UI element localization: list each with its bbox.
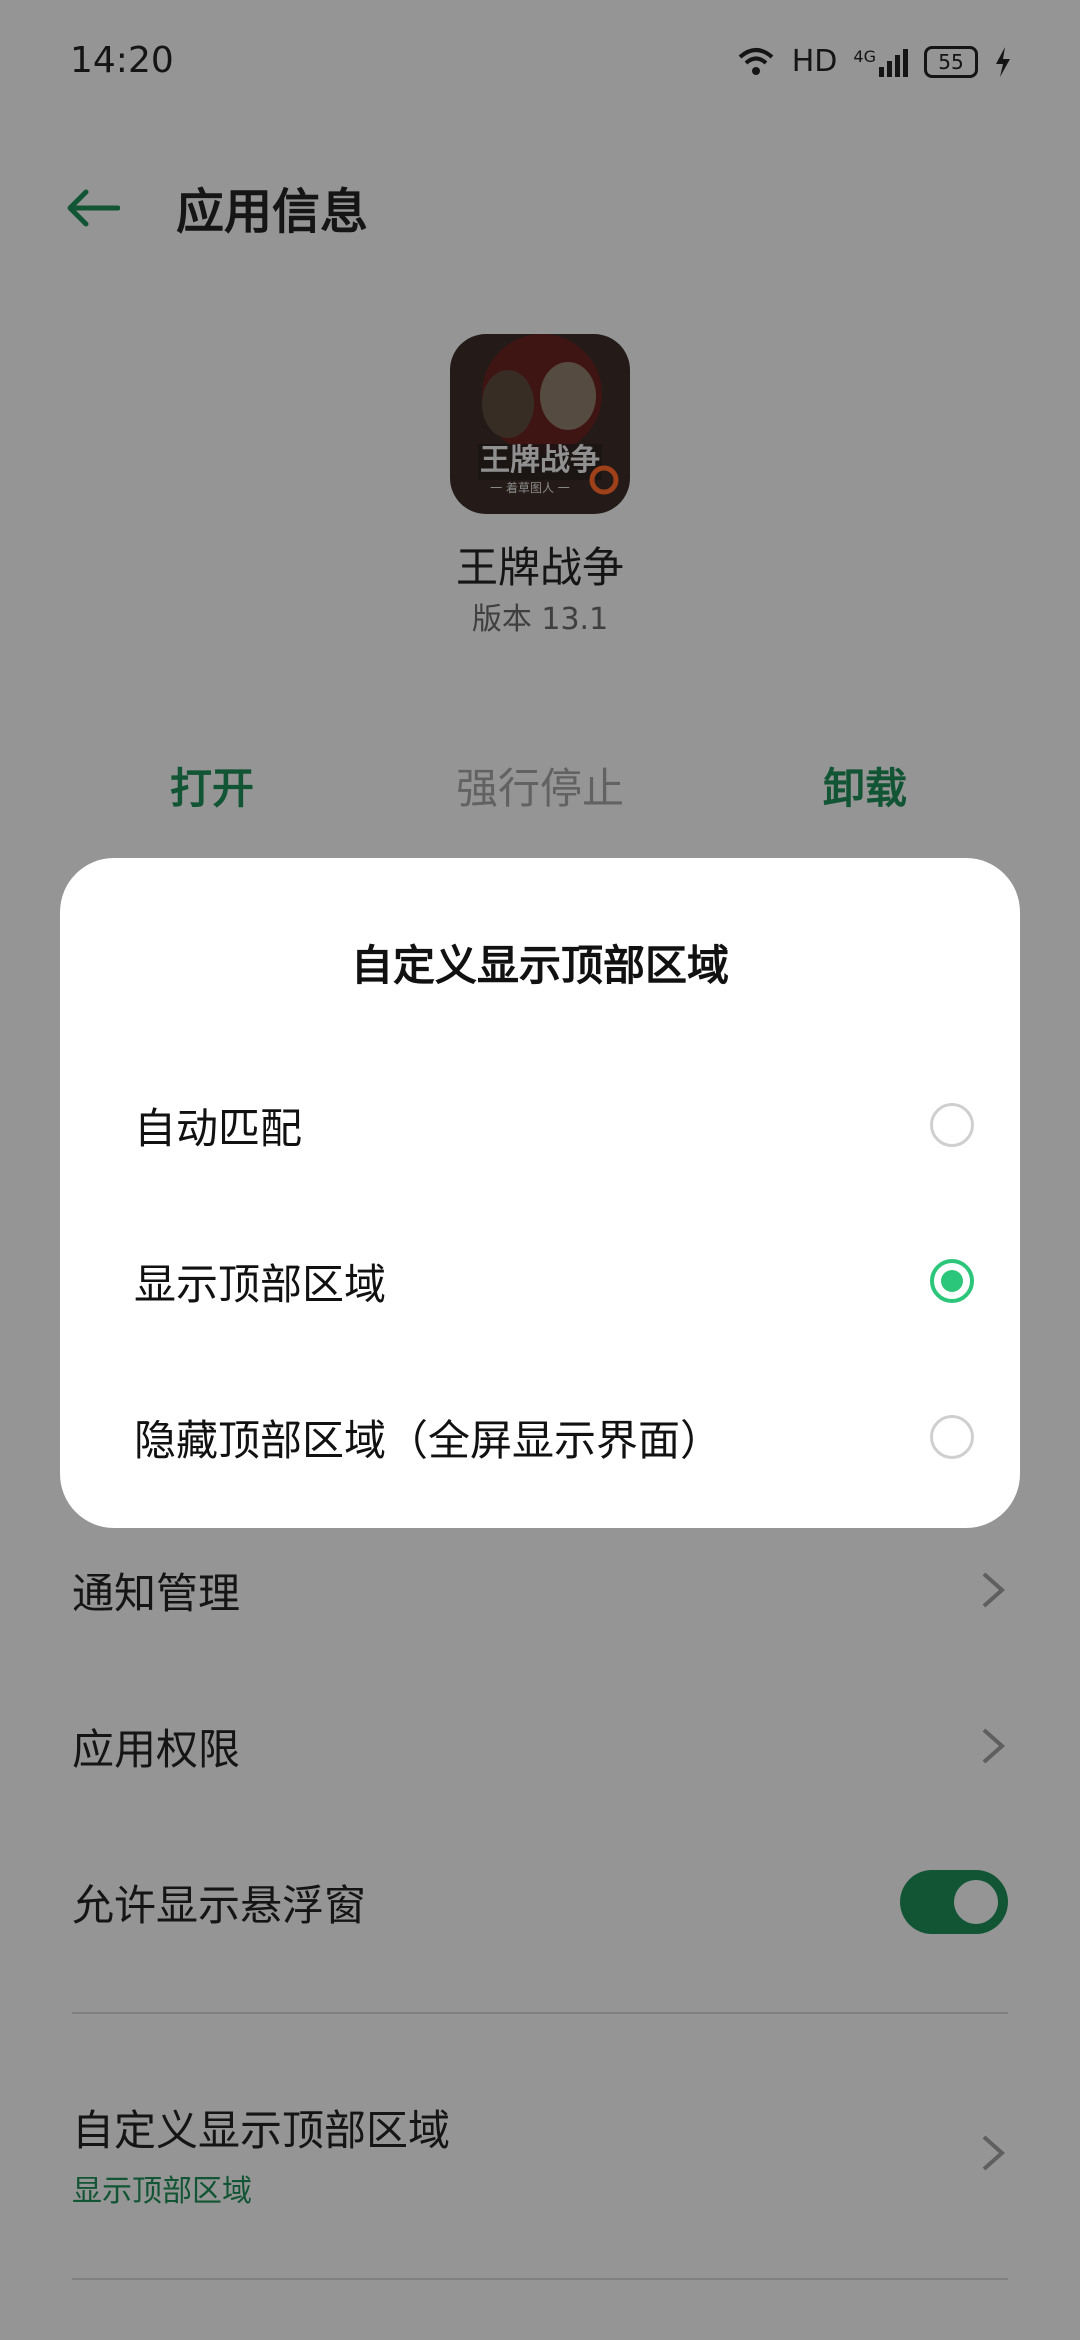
- option-label: 隐藏顶部区域（全屏显示界面）: [134, 1415, 723, 1465]
- radio-dot: [941, 1270, 963, 1292]
- option-auto-match[interactable]: 自动匹配: [134, 1080, 974, 1170]
- radio-selected[interactable]: [930, 1259, 974, 1303]
- dialog-title: 自定义显示顶部区域: [350, 941, 729, 990]
- option-label: 自动匹配: [134, 1103, 303, 1153]
- radio-unselected[interactable]: [930, 1103, 974, 1147]
- option-hide-top-area[interactable]: 隐藏顶部区域（全屏显示界面）: [134, 1392, 974, 1482]
- option-show-top-area[interactable]: 显示顶部区域: [134, 1236, 974, 1326]
- radio-unselected[interactable]: [930, 1415, 974, 1459]
- custom-top-area-dialog: 自定义显示顶部区域 自动匹配 显示顶部区域 隐藏顶部区域（全屏显示界面）: [60, 858, 1020, 1528]
- option-label: 显示顶部区域: [134, 1259, 387, 1309]
- app-info-screen: 14:20 HD 4G 55 应用信息 王牌战争 一 着草图人 一 王牌战争 版…: [0, 0, 1080, 2340]
